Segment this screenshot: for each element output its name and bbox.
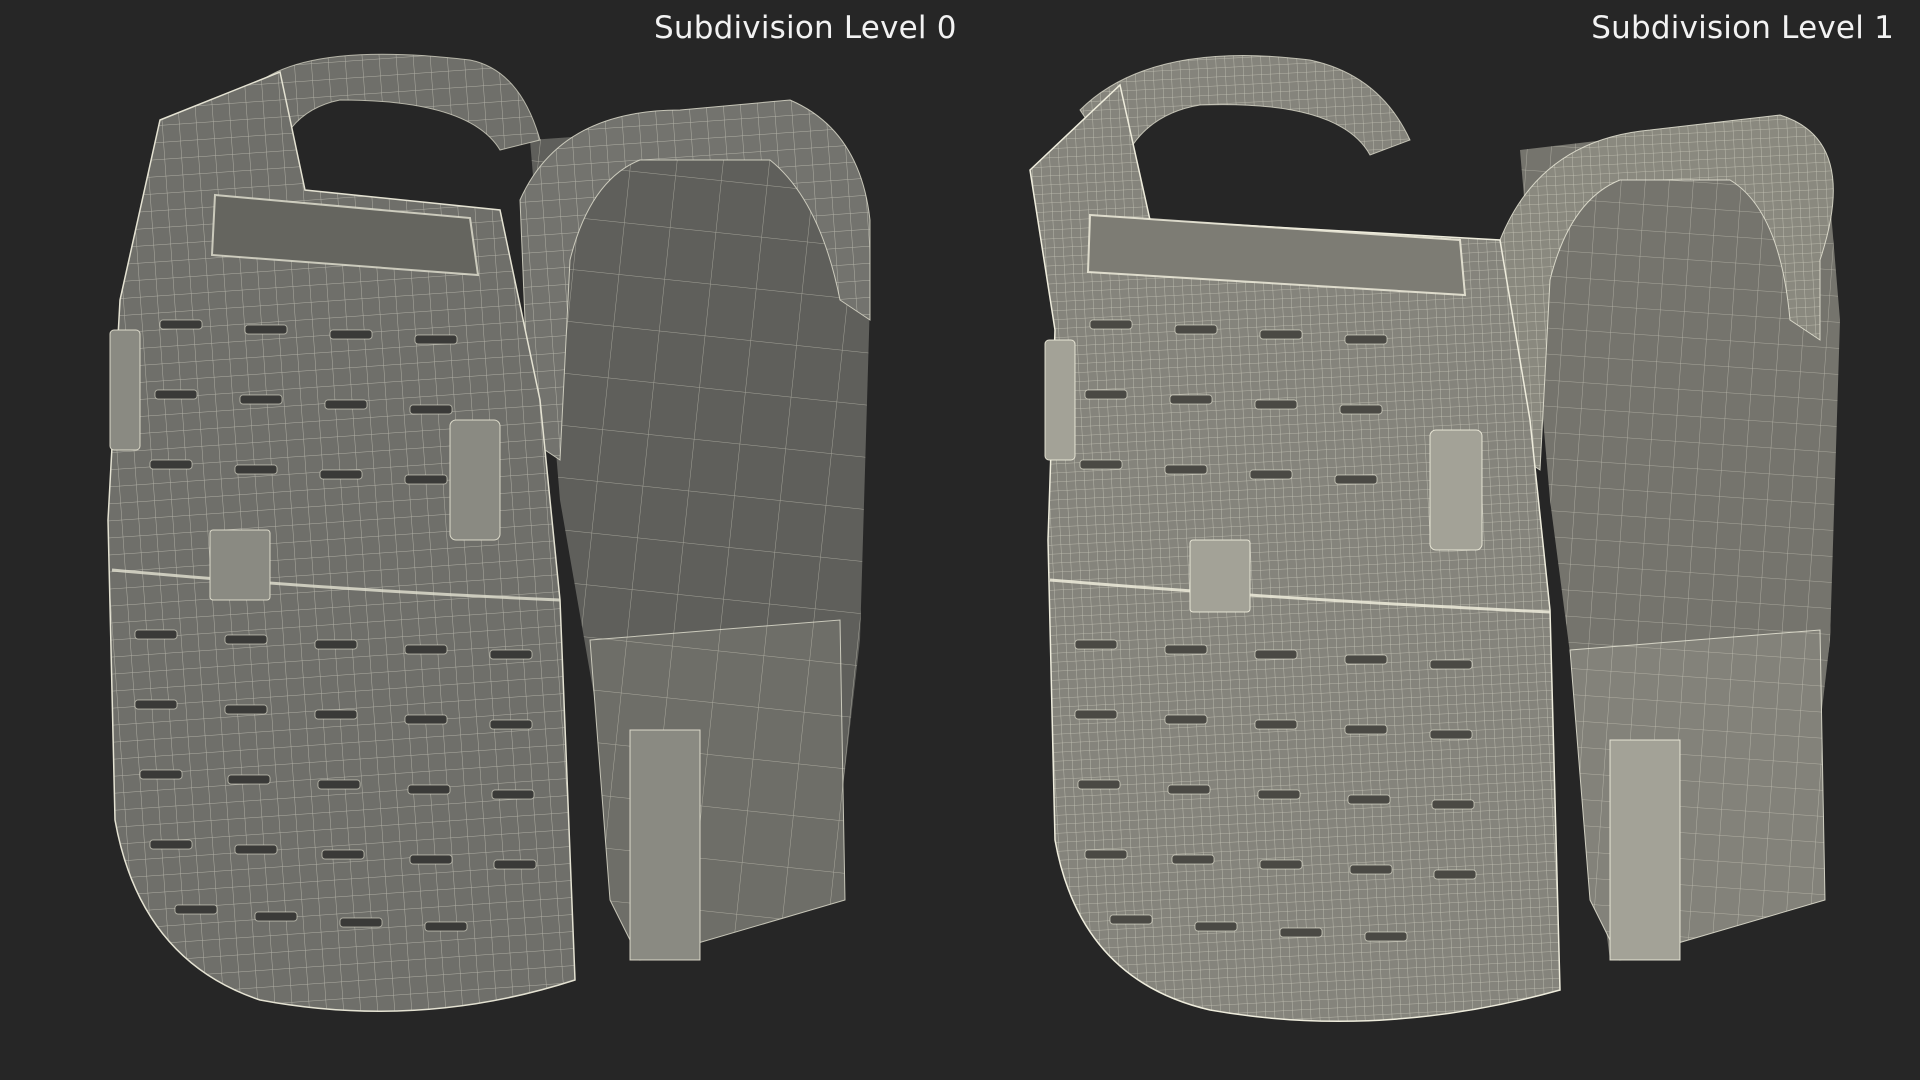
quick-release-buckle (1609, 739, 1681, 961)
vest-wireframe-level-1 (1029, 55, 1840, 1022)
vest-wireframe-level-0 (107, 53, 871, 1012)
quick-release-buckle (629, 729, 701, 961)
render-viewport: Subdivision Level 0 Subdivision Level 1 (0, 0, 1920, 1080)
